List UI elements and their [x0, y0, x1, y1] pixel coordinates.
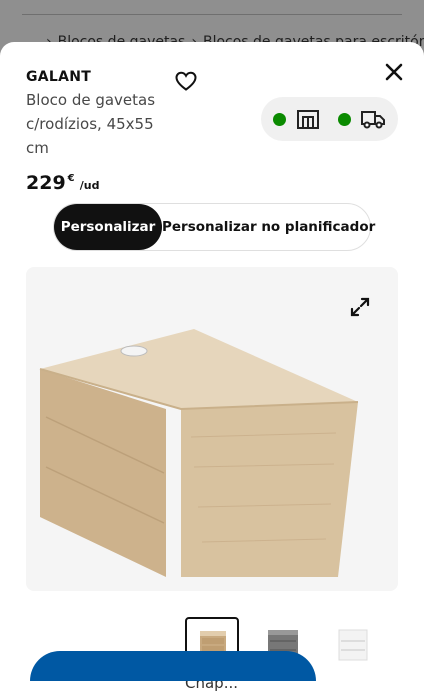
price-unit: /ud [79, 179, 100, 192]
availability-indicator[interactable] [261, 97, 398, 141]
delivery-status-dot [338, 113, 351, 126]
heart-icon[interactable] [174, 69, 198, 93]
price-amount: 229 [26, 172, 66, 194]
store-icon [297, 110, 319, 129]
truck-icon [361, 111, 385, 129]
store-status-dot [273, 113, 286, 126]
product-description: Bloco de gavetas c/rodízios, 45x55 cm [26, 91, 156, 157]
product-image [39, 329, 359, 577]
add-to-cart-button[interactable] [30, 651, 316, 681]
close-icon[interactable] [384, 62, 404, 82]
product-brand: GALANT [26, 69, 92, 85]
thumbnail-white-drawer [338, 629, 368, 661]
expand-icon[interactable] [350, 297, 370, 317]
divider [22, 14, 402, 15]
price-currency: € [67, 173, 75, 184]
product-price: 229 € /ud [26, 172, 99, 194]
customize-button[interactable]: Personalizar [54, 204, 162, 250]
customize-planner-button[interactable]: Personalizar no planificador [162, 204, 375, 250]
variant-thumbnail-white[interactable] [327, 617, 381, 671]
product-image-gallery[interactable] [26, 267, 398, 591]
customize-toggle: Personalizar Personalizar no planificado… [53, 203, 375, 251]
product-sheet: GALANT Bloco de gavetas c/rodízios, 45x5… [0, 42, 424, 699]
